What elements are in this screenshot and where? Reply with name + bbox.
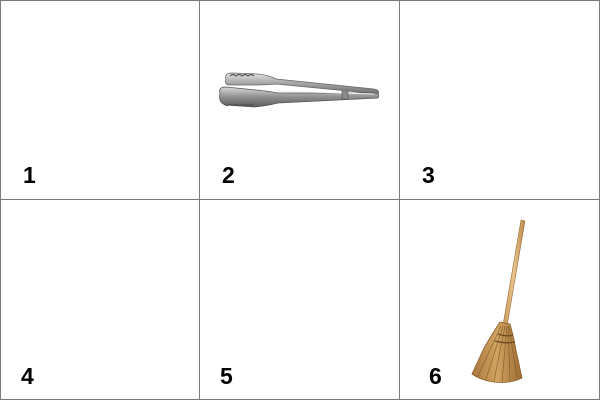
cell-number-6: 6 bbox=[429, 363, 442, 389]
broom-icon bbox=[471, 219, 526, 383]
cell-number-2: 2 bbox=[222, 162, 235, 188]
cell-number-5: 5 bbox=[220, 363, 233, 389]
cell-number-1: 1 bbox=[23, 162, 36, 188]
cell-number-4: 4 bbox=[21, 363, 34, 389]
grid-cell-6[interactable]: 6 bbox=[400, 200, 599, 399]
grid-cell-1[interactable]: 1 bbox=[1, 1, 200, 200]
grid-cell-3[interactable]: 3 bbox=[400, 1, 599, 200]
tongs-icon bbox=[219, 72, 380, 108]
grid-cell-4[interactable]: 4 bbox=[1, 200, 200, 399]
grid-cell-2[interactable]: 2 bbox=[200, 1, 400, 200]
grid-cell-5[interactable]: 5 bbox=[200, 200, 400, 399]
cell-number-3: 3 bbox=[422, 162, 435, 188]
picture-grid: 1 2 3 4 5 6 bbox=[0, 0, 600, 400]
